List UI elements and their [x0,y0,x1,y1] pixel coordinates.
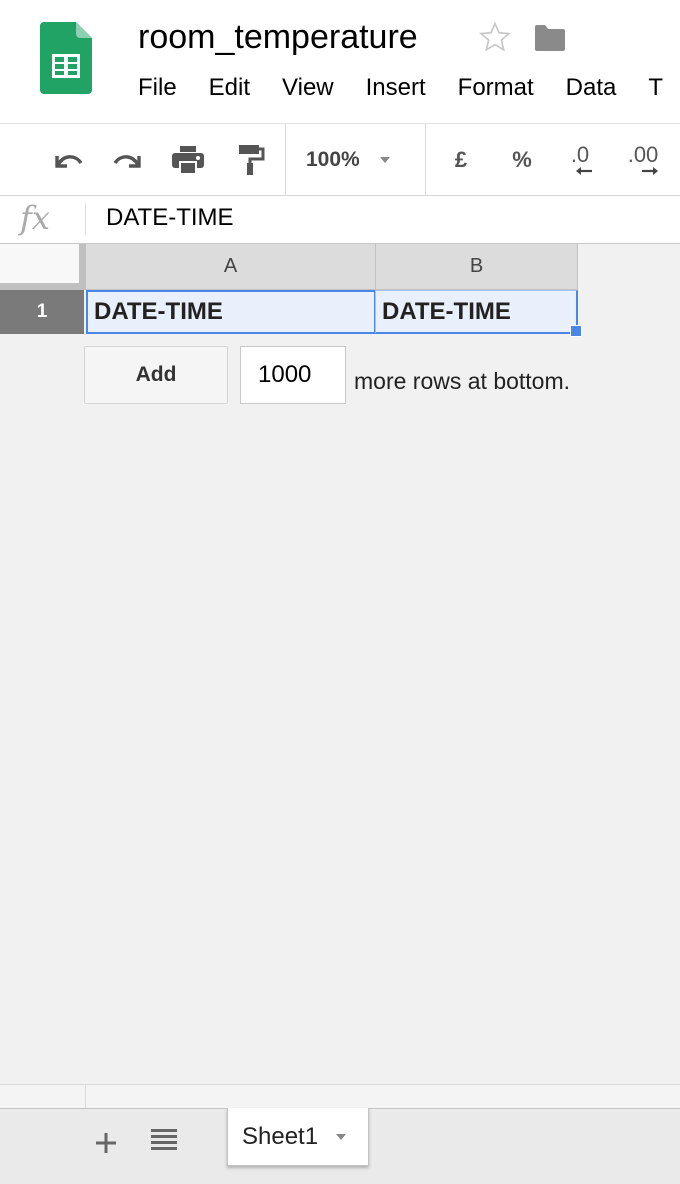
chevron-down-icon[interactable] [336,1133,347,1140]
toolbar: 100% £ % .0 .00 [0,124,680,196]
decrease-decimal-label: .0 [570,142,590,167]
arrow-right-icon [642,167,658,175]
menu-data[interactable]: Data [566,72,617,104]
sheets-logo-icon[interactable] [40,22,92,94]
currency-format-button[interactable]: £ [446,140,476,180]
add-rows-suffix: more rows at bottom. [354,368,571,394]
add-rows-button[interactable]: Add [84,346,228,404]
cell-b1[interactable]: DATE-TIME [375,290,578,334]
list-icon [151,1129,177,1150]
sheet-tab-bar: Sheet1 [0,1108,680,1184]
sheet-tab-label: Sheet1 [242,1122,319,1150]
fx-icon: fx [20,199,50,237]
cell-a1[interactable]: DATE-TIME [86,290,376,334]
toolbar-separator [425,124,426,196]
menu-tools[interactable]: T [648,72,663,104]
app-header: room_temperature File Edit View Insert F… [0,0,680,124]
menu-view[interactable]: View [282,72,334,104]
document-title[interactable]: room_temperature [138,18,418,57]
redo-button[interactable] [108,140,148,180]
select-all-corner[interactable] [0,244,86,290]
paint-format-icon [239,145,265,175]
arrow-left-icon [576,167,592,175]
pound-icon: £ [454,147,468,172]
chevron-down-icon [379,157,390,163]
all-sheets-button[interactable] [150,1127,186,1159]
increase-decimal-label: .00 [627,142,659,167]
increase-decimal-button[interactable]: .00 [620,140,666,180]
plus-icon [96,1133,116,1153]
column-header-a[interactable]: A [86,244,376,290]
formula-input[interactable]: DATE-TIME [106,204,234,232]
row-header-1[interactable]: 1 [0,290,84,334]
menu-bar: File Edit View Insert Format Data T [138,72,680,104]
undo-button[interactable] [48,140,88,180]
rows-count-input[interactable] [240,346,346,404]
decrease-decimal-button[interactable]: .0 [560,140,600,180]
folder-icon[interactable] [533,24,567,52]
add-sheet-button[interactable] [90,1123,122,1163]
paint-format-button[interactable] [230,140,270,180]
zoom-select[interactable]: 100% [306,140,410,180]
redo-icon [113,155,141,168]
undo-icon [55,155,83,168]
menu-format[interactable]: Format [458,72,534,104]
sheet-tab-sheet1[interactable]: Sheet1 [227,1108,369,1166]
print-button[interactable] [168,140,208,180]
formula-bar-separator [85,203,86,235]
percent-icon: % [512,147,532,172]
menu-edit[interactable]: Edit [209,72,250,104]
star-icon[interactable] [478,20,512,54]
zoom-value: 100% [306,148,360,171]
column-header-b[interactable]: B [376,244,578,290]
menu-file[interactable]: File [138,72,177,104]
horizontal-scrollbar[interactable] [0,1084,680,1111]
print-icon [172,146,204,175]
menu-insert[interactable]: Insert [366,72,426,104]
fill-handle[interactable] [570,325,582,337]
formula-bar: fx DATE-TIME [0,196,680,244]
toolbar-separator [285,124,286,196]
percent-format-button[interactable]: % [506,140,538,180]
